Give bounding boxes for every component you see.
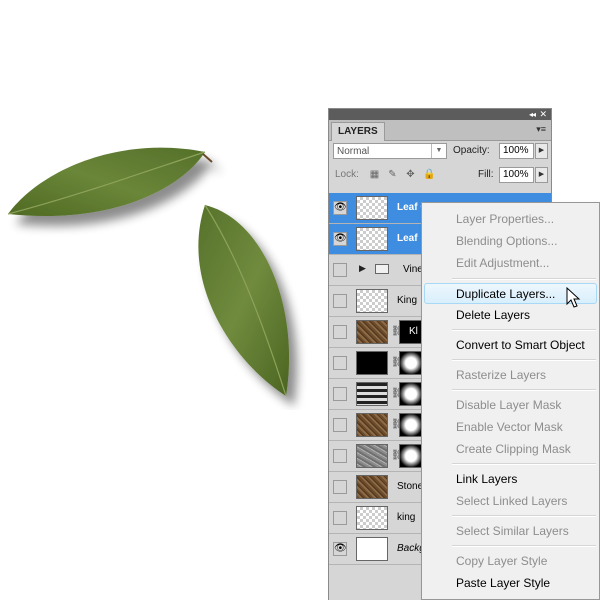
eye-icon[interactable]: 👁 <box>333 232 347 246</box>
menu-item-blending-options[interactable]: Blending Options... <box>456 233 557 249</box>
lock-position-icon[interactable]: ✥ <box>405 169 416 180</box>
menu-item-convert-to-smart-object[interactable]: Convert to Smart Object <box>456 337 585 353</box>
eye-icon[interactable] <box>333 511 347 525</box>
leaf-bottom <box>198 204 290 397</box>
eye-icon[interactable] <box>333 480 347 494</box>
menu-item-disable-layer-mask[interactable]: Disable Layer Mask <box>456 397 561 413</box>
eye-icon[interactable] <box>333 449 347 463</box>
menu-separator <box>452 359 596 361</box>
blend-mode-select[interactable]: Normal ▼ <box>333 143 447 159</box>
eye-icon[interactable] <box>333 356 347 370</box>
menu-item-rasterize-layers[interactable]: Rasterize Layers <box>456 367 546 383</box>
eye-icon[interactable]: 👁 <box>333 201 347 215</box>
layer-thumbnail <box>356 413 388 437</box>
panel-title-bar: ◂◂ ✕ <box>329 109 551 120</box>
eye-icon[interactable]: 👁 <box>333 542 347 556</box>
layer-thumbnail <box>356 227 388 251</box>
lock-row: Lock: ▦ ✎ ✥ 🔒 Fill: 100% ▶ <box>333 167 548 185</box>
layer-thumbnail <box>356 382 388 406</box>
layer-name: king <box>397 512 416 523</box>
layer-name: Kl <box>409 326 418 337</box>
layer-mask-thumbnail <box>399 382 423 406</box>
menu-item-duplicate-layers[interactable]: Duplicate Layers... <box>456 286 555 302</box>
expand-arrow-icon[interactable]: ▶ <box>359 263 366 274</box>
layer-thumbnail <box>356 351 388 375</box>
mouse-pointer-icon <box>566 287 581 308</box>
layer-name: Vine <box>403 264 423 275</box>
layer-thumbnail <box>356 506 388 530</box>
menu-item-edit-adjustment[interactable]: Edit Adjustment... <box>456 255 549 271</box>
eye-icon[interactable] <box>333 418 347 432</box>
opacity-input[interactable]: 100% <box>499 143 534 159</box>
menu-separator <box>452 515 596 517</box>
layer-mask-thumbnail <box>399 413 423 437</box>
leaves-artwork <box>7 147 290 397</box>
fill-label: Fill: <box>478 169 494 180</box>
menu-separator <box>452 278 596 280</box>
layer-name: King <box>397 295 418 306</box>
blend-row: Normal ▼ Opacity: 100% ▶ <box>333 143 548 161</box>
chevron-down-icon: ▼ <box>431 144 446 158</box>
fill-slider-button[interactable]: ▶ <box>535 167 548 183</box>
menu-item-enable-vector-mask[interactable]: Enable Vector Mask <box>456 419 563 435</box>
layer-thumbnail <box>356 289 388 313</box>
menu-separator <box>452 463 596 465</box>
layer-thumbnail <box>356 444 388 468</box>
layer-context-menu: Layer Properties... Blending Options... … <box>421 202 600 600</box>
layer-mask-thumbnail <box>399 351 423 375</box>
menu-separator <box>452 329 596 331</box>
menu-item-layer-properties[interactable]: Layer Properties... <box>456 211 554 227</box>
layer-name: Stone <box>397 481 424 492</box>
leaf-top <box>7 147 213 217</box>
lock-all-icon[interactable]: 🔒 <box>423 169 435 180</box>
opacity-slider-button[interactable]: ▶ <box>535 143 548 159</box>
layer-thumbnail <box>356 537 388 561</box>
layer-thumbnail <box>356 475 388 499</box>
eye-icon[interactable] <box>333 387 347 401</box>
lock-label: Lock: <box>335 169 359 180</box>
layer-name: Leaf <box>397 233 418 244</box>
collapse-panel-icon[interactable]: ◂◂ <box>529 109 536 120</box>
opacity-label: Opacity: <box>453 145 490 156</box>
fill-input[interactable]: 100% <box>499 167 534 183</box>
menu-separator <box>452 545 596 547</box>
menu-item-select-similar-layers[interactable]: Select Similar Layers <box>456 523 569 539</box>
eye-icon[interactable] <box>333 294 347 308</box>
menu-separator <box>452 389 596 391</box>
blend-mode-value: Normal <box>337 146 370 157</box>
panel-tab-bar: LAYERS ▾≡ <box>329 120 551 141</box>
eye-icon[interactable] <box>333 263 347 277</box>
menu-item-delete-layers[interactable]: Delete Layers <box>456 307 530 323</box>
menu-item-select-linked-layers[interactable]: Select Linked Layers <box>456 493 567 509</box>
menu-item-paste-layer-style[interactable]: Paste Layer Style <box>456 575 550 591</box>
panel-menu-icon[interactable]: ▾≡ <box>536 124 546 135</box>
tab-layers[interactable]: LAYERS <box>331 122 385 141</box>
folder-icon <box>375 264 389 274</box>
menu-item-link-layers[interactable]: Link Layers <box>456 471 517 487</box>
lock-image-icon[interactable]: ✎ <box>387 169 398 180</box>
eye-icon[interactable] <box>333 325 347 339</box>
layer-thumbnail <box>356 320 388 344</box>
lock-transparent-icon[interactable]: ▦ <box>369 169 380 180</box>
menu-item-copy-layer-style[interactable]: Copy Layer Style <box>456 553 547 569</box>
menu-item-create-clipping-mask[interactable]: Create Clipping Mask <box>456 441 571 457</box>
layer-thumbnail <box>356 196 388 220</box>
close-panel-icon[interactable]: ✕ <box>539 109 547 120</box>
layer-mask-thumbnail <box>399 444 423 468</box>
